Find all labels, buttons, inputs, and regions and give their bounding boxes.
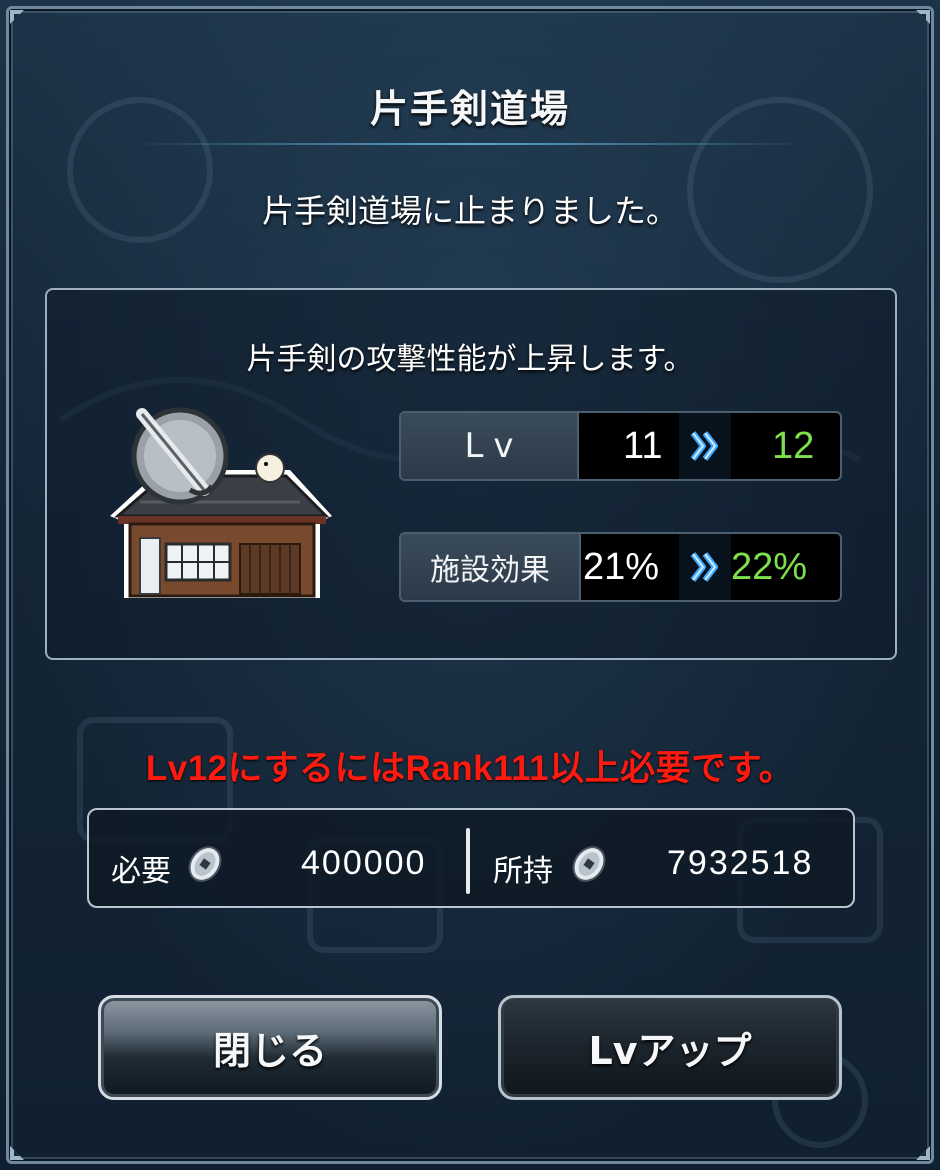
corner-ornament-icon xyxy=(906,1136,932,1162)
facility-effect-stat-row: 施設効果 21% 22% xyxy=(399,532,842,602)
title-divider xyxy=(130,143,810,145)
level-stat-row: Lv 11 12 xyxy=(399,411,842,481)
coin-icon xyxy=(188,846,222,882)
cost-divider xyxy=(466,828,470,894)
owned-label: 所持 xyxy=(493,854,553,889)
double-chevron-right-icon xyxy=(690,552,718,582)
level-current-value: 11 xyxy=(623,424,663,467)
coin-icon xyxy=(572,846,606,882)
corner-ornament-icon xyxy=(8,8,34,34)
required-value: 400000 xyxy=(301,844,427,882)
level-label: Lv xyxy=(401,413,579,479)
level-up-button[interactable]: Lvアップ xyxy=(498,995,842,1100)
close-button[interactable]: 閉じる xyxy=(98,995,442,1100)
double-chevron-right-icon xyxy=(690,431,718,461)
level-next-value: 12 xyxy=(772,424,815,467)
facility-effect-next-value: 22% xyxy=(731,545,808,588)
corner-ornament-icon xyxy=(906,8,932,34)
facility-dialog: 片手剣道場 片手剣道場に止まりました。 片手剣の攻撃性能が上昇します。 Lv 1… xyxy=(0,0,940,1170)
facility-effect-current-value: 21% xyxy=(583,545,660,588)
rank-requirement-warning: Lv12にするにはRank111以上必要です。 xyxy=(145,749,795,788)
effect-description: 片手剣の攻撃性能が上昇します。 xyxy=(246,342,694,377)
dojo-building-icon xyxy=(110,407,332,598)
corner-ornament-icon xyxy=(8,1136,34,1162)
required-label: 必要 xyxy=(111,854,171,889)
stop-message: 片手剣道場に止まりました。 xyxy=(261,192,678,230)
facility-effect-arrow-box xyxy=(679,534,731,600)
facility-effect-label: 施設効果 xyxy=(401,534,581,600)
level-arrow-box xyxy=(679,413,731,479)
cost-panel: 必要 400000 所持 7932518 xyxy=(87,808,855,908)
owned-value: 7932518 xyxy=(667,844,814,882)
dialog-title: 片手剣道場 xyxy=(369,87,570,131)
